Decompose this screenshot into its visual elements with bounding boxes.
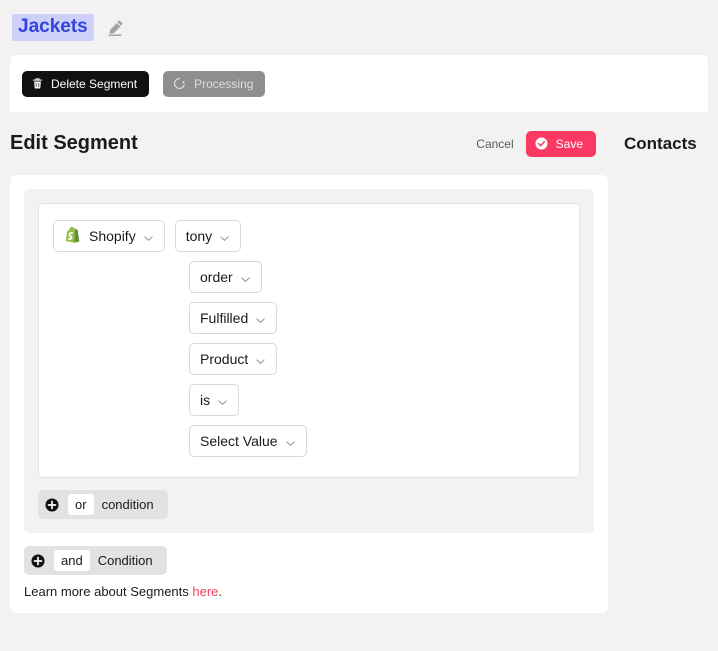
field-label-2: Fulfilled	[200, 310, 249, 326]
segments-help-link[interactable]: here	[192, 584, 218, 599]
chevron-down-icon	[217, 395, 228, 406]
or-operator-badge: or	[68, 494, 94, 515]
value-label: Select Value	[200, 433, 278, 449]
action-toolbar: Delete Segment Processing	[10, 55, 708, 112]
field-label-0: tony	[185, 228, 213, 244]
edit-segment-header: Edit Segment Cancel Save Contacts	[0, 112, 718, 175]
delete-segment-button[interactable]: Delete Segment	[22, 70, 150, 97]
add-or-condition-button[interactable]: or condition	[38, 490, 168, 519]
field-select-0[interactable]: tony	[174, 220, 242, 252]
condition-group-outer: Shopify tony order Fulfilled Product is …	[24, 189, 594, 533]
chevron-down-icon	[255, 354, 266, 365]
header-left-section: Edit Segment Cancel Save	[10, 112, 608, 175]
shopify-icon	[64, 226, 82, 246]
condition-row-4: is	[53, 384, 565, 416]
field-select-3[interactable]: Product	[189, 343, 278, 375]
operator-label: is	[200, 392, 211, 408]
add-and-condition-label: Condition	[97, 553, 153, 568]
condition-row-source: Shopify tony	[53, 220, 565, 252]
and-operator-badge: and	[54, 550, 90, 571]
delete-segment-label: Delete Segment	[51, 76, 138, 91]
segment-builder-card: Shopify tony order Fulfilled Product is …	[10, 175, 608, 613]
field-select-2[interactable]: Fulfilled	[189, 302, 278, 334]
chevron-down-icon	[143, 231, 154, 242]
save-label: Save	[555, 136, 583, 151]
contacts-label: Contacts	[624, 133, 697, 153]
processing-label: Processing	[194, 76, 254, 91]
refresh-icon	[172, 76, 187, 91]
add-and-condition-button[interactable]: and Condition	[24, 546, 167, 575]
condition-row-3: Product	[53, 343, 565, 375]
operator-select[interactable]: is	[189, 384, 240, 416]
condition-row-5: Select Value	[53, 425, 565, 457]
learn-more-text: Learn more about Segments here.	[24, 584, 594, 599]
value-select[interactable]: Select Value	[189, 425, 307, 457]
chevron-down-icon	[285, 436, 296, 447]
pencil-icon[interactable]	[106, 19, 124, 37]
chevron-down-icon	[240, 272, 251, 283]
page-title: Edit Segment	[10, 132, 138, 154]
field-label-3: Product	[200, 351, 249, 367]
processing-button[interactable]: Processing	[163, 70, 266, 97]
chevron-down-icon	[219, 231, 230, 242]
condition-row-2: Fulfilled	[53, 302, 565, 334]
learn-more-suffix: .	[218, 584, 223, 599]
add-or-condition-label: condition	[101, 497, 154, 512]
chevron-down-icon	[255, 313, 266, 324]
segment-title-row: Jackets	[0, 0, 718, 55]
field-label-1: order	[200, 269, 233, 285]
condition-row-1: order	[53, 261, 565, 293]
learn-more-prefix: Learn more about Segments	[24, 584, 193, 599]
field-select-1[interactable]: order	[189, 261, 262, 293]
source-select[interactable]: Shopify	[53, 220, 165, 252]
source-label: Shopify	[89, 228, 136, 244]
check-circle-icon	[534, 136, 549, 151]
header-actions: Cancel Save	[476, 130, 596, 157]
condition-group-inner: Shopify tony order Fulfilled Product is …	[38, 203, 580, 478]
plus-circle-icon	[44, 497, 60, 513]
save-button[interactable]: Save	[525, 130, 596, 157]
segment-name[interactable]: Jackets	[12, 14, 94, 41]
cancel-button[interactable]: Cancel	[476, 137, 513, 151]
plus-circle-icon	[30, 553, 46, 569]
trash-icon	[31, 77, 44, 90]
